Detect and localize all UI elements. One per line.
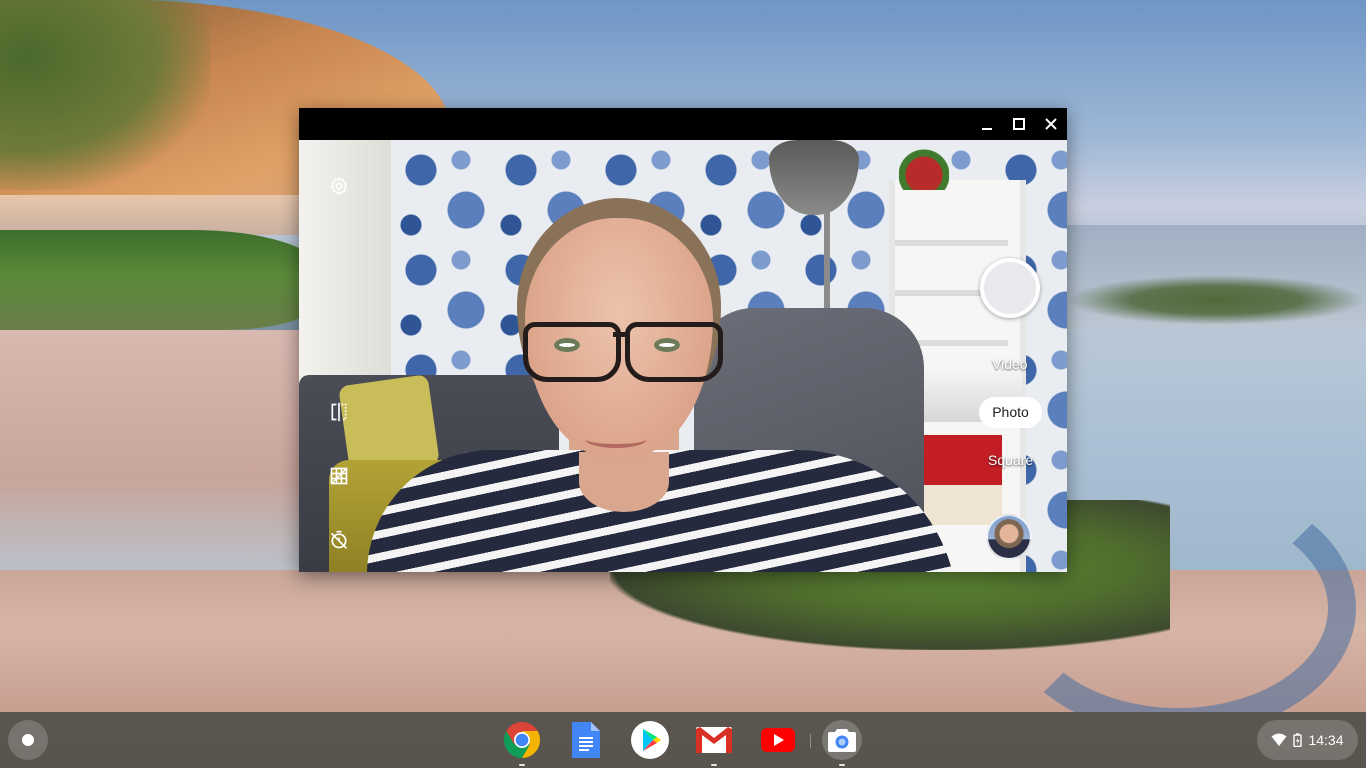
clock: 14:34: [1308, 732, 1344, 748]
mode-video[interactable]: Video: [992, 356, 1028, 372]
shelf-app-chrome[interactable]: [500, 718, 544, 766]
shelf: 14:34: [0, 712, 1366, 768]
gallery-thumbnail-button[interactable]: [986, 514, 1032, 560]
camera-viewfinder: Video Photo Square: [299, 140, 1067, 572]
window-titlebar[interactable]: [299, 108, 1067, 140]
wallpaper-cliff-vegetation: [0, 0, 210, 190]
mirror-toggle-button[interactable]: [322, 395, 356, 429]
person-glasses-right: [625, 322, 723, 382]
launcher-button[interactable]: [8, 720, 48, 760]
person-neckline: [579, 452, 669, 512]
shelf-app-camera[interactable]: [820, 718, 864, 766]
close-icon: [1045, 118, 1057, 130]
gear-icon: [330, 176, 348, 195]
shelf-divider: [810, 734, 811, 748]
scene-plant: [899, 140, 949, 190]
shutter-button[interactable]: [980, 258, 1040, 318]
shelf-app-gmail[interactable]: [692, 718, 736, 766]
camera-app-window: Video Photo Square: [299, 108, 1067, 572]
grid-toggle-button[interactable]: [322, 459, 356, 493]
running-indicator: [519, 764, 525, 766]
chrome-icon: [503, 722, 541, 758]
maximize-icon: [1013, 118, 1025, 130]
docs-icon: [572, 722, 600, 758]
wifi-icon: [1271, 733, 1287, 746]
settings-button[interactable]: [322, 169, 356, 203]
shelf-app-docs[interactable]: [564, 718, 608, 762]
person-mouth: [585, 430, 647, 448]
maximize-button[interactable]: [1003, 108, 1035, 140]
battery-icon: [1293, 733, 1303, 747]
minimize-button[interactable]: [971, 108, 1003, 140]
grid-icon: [330, 467, 348, 485]
wallpaper-rocks: [1066, 275, 1366, 325]
mirror-icon: [331, 402, 347, 422]
close-button[interactable]: [1035, 108, 1067, 140]
youtube-icon: [761, 728, 795, 752]
launcher-circle-icon: [22, 734, 34, 746]
running-indicator: [839, 764, 845, 766]
person-glasses-bridge: [613, 332, 629, 337]
play-store-icon: [631, 721, 669, 759]
camera-icon: [828, 729, 856, 752]
minimize-icon: [982, 128, 992, 130]
wallpaper-tide-pool: [0, 330, 330, 580]
shelf-app-play-store[interactable]: [628, 718, 672, 762]
person-glasses-left: [523, 322, 621, 382]
timer-toggle-button[interactable]: [322, 523, 356, 557]
mode-photo[interactable]: Photo: [979, 397, 1042, 428]
status-tray[interactable]: 14:34: [1257, 720, 1358, 760]
timer-off-icon: [330, 530, 348, 549]
gmail-icon: [696, 727, 732, 753]
mode-square[interactable]: Square: [988, 452, 1033, 468]
wallpaper-sand: [0, 195, 320, 235]
wallpaper-moss-rocks: [0, 230, 320, 330]
running-indicator: [711, 764, 717, 766]
shelf-app-youtube[interactable]: [756, 718, 800, 762]
